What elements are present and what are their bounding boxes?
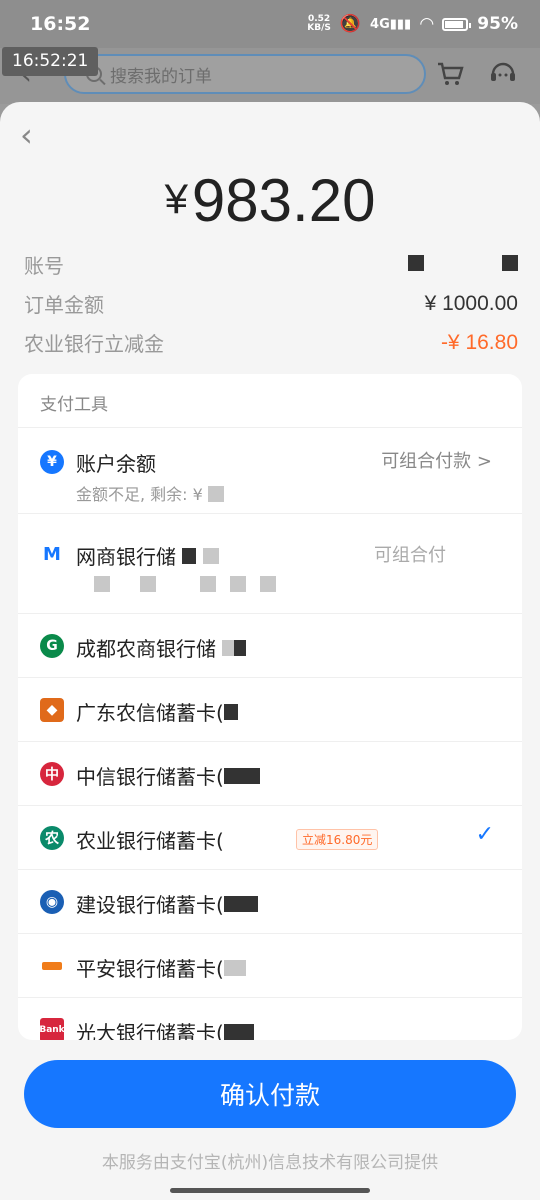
battery-icon: [442, 17, 472, 31]
account-label: 账号: [24, 254, 64, 278]
payment-methods-card: 支付工具 ¥ 账户余额 金额不足, 剩余: ¥ 可组合付款 > M 网商银行储 …: [18, 374, 522, 1040]
account-row: 账号: [24, 250, 518, 279]
amount-value: 983.20: [191, 167, 376, 234]
order-amount-row: 订单金额 ¥ 1000.00: [24, 289, 518, 318]
payment-method-gdrc[interactable]: ◆ 广东农信储蓄卡(: [18, 677, 522, 741]
confirm-payment-button[interactable]: 确认付款: [24, 1060, 516, 1128]
method-name: 广东农信储蓄卡(: [76, 697, 238, 726]
mybank-icon: M: [40, 542, 64, 566]
ccb-icon: ◉: [40, 890, 64, 914]
battery-level: 95%: [477, 14, 518, 34]
search-placeholder: 搜索我的订单: [110, 66, 212, 87]
citic-icon: 中: [40, 762, 64, 786]
payment-method-pingan[interactable]: 平安银行储蓄卡(: [18, 933, 522, 997]
abc-icon: 农: [40, 826, 64, 850]
cdrcb-icon: G: [40, 634, 64, 658]
discount-label: 农业银行立减金: [24, 332, 164, 356]
method-name: 农业银行储蓄卡(: [76, 829, 224, 853]
currency-symbol: ¥: [164, 175, 188, 222]
background-search-input: 搜索我的订单: [64, 54, 426, 94]
payment-amount: ¥983.20: [0, 166, 540, 235]
discount-value: -¥ 16.80: [440, 330, 518, 354]
discount-tag: 立减16.80元: [296, 829, 379, 850]
discount-row: 农业银行立减金 -¥ 16.80: [24, 328, 518, 357]
customer-service-icon: [491, 62, 515, 81]
status-time: 16:52: [30, 13, 91, 35]
payment-method-cdrcb[interactable]: G 成都农商银行储: [18, 613, 522, 677]
method-name: 成都农商银行储: [76, 633, 247, 662]
service-provider-footer: 本服务由支付宝(杭州)信息技术有限公司提供: [101, 1153, 439, 1173]
payment-method-mybank[interactable]: M 网商银行储 可组合付: [18, 513, 522, 613]
wifi-icon: ◠: [420, 14, 434, 34]
payment-method-ceb[interactable]: Bank 光大银行储蓄卡(: [18, 997, 522, 1040]
status-icons: 0.52 KB/S 🔕 4G▮▮▮ ◠ 95%: [307, 14, 518, 34]
ceb-icon: Bank: [39, 1018, 65, 1040]
cart-icon: [438, 62, 464, 85]
combine-pay-link[interactable]: 可组合付: [374, 541, 446, 567]
network-speed: 0.52 KB/S: [307, 14, 331, 33]
order-amount-label: 订单金额: [24, 293, 104, 317]
payment-method-ccb[interactable]: ◉ 建设银行储蓄卡(: [18, 869, 522, 933]
pingan-icon: [42, 962, 62, 970]
selected-check-icon: ✓: [475, 822, 494, 847]
order-amount-value: ¥ 1000.00: [424, 291, 518, 315]
payment-tools-title: 支付工具: [40, 395, 108, 415]
method-name: 建设银行储蓄卡(: [76, 889, 258, 918]
home-indicator[interactable]: [170, 1188, 370, 1193]
account-value: [408, 253, 518, 277]
method-name: 平安银行储蓄卡(: [76, 953, 246, 982]
payment-method-citic[interactable]: 中 中信银行储蓄卡(: [18, 741, 522, 805]
method-name: 网商银行储: [76, 541, 219, 570]
payment-method-abc[interactable]: 农 农业银行储蓄卡( 立减16.80元 ✓: [18, 805, 522, 869]
back-button[interactable]: ‹: [20, 118, 48, 152]
method-sub: 金额不足, 剩余: ¥: [76, 481, 224, 505]
gdrc-icon: ◆: [40, 698, 64, 722]
mute-icon: 🔕: [339, 14, 362, 34]
method-sub-redacted: [94, 576, 276, 596]
signal-icon: 4G▮▮▮: [370, 16, 412, 32]
payment-method-balance[interactable]: ¥ 账户余额 金额不足, 剩余: ¥ 可组合付款 >: [18, 427, 522, 513]
method-name: 账户余额: [76, 452, 156, 476]
yuan-icon: ¥: [40, 450, 64, 474]
overlay-timestamp: 16:52:21: [2, 47, 99, 76]
method-name: 中信银行储蓄卡(: [76, 761, 260, 790]
combine-pay-link[interactable]: 可组合付款 >: [381, 447, 492, 473]
payment-sheet: ‹ ¥983.20 账号 订单金额 ¥ 1000.00 农业银行立减金 -¥ 1…: [0, 102, 540, 1200]
method-name: 光大银行储蓄卡(: [76, 1017, 254, 1040]
status-bar: 16:52 0.52 KB/S 🔕 4G▮▮▮ ◠ 95%: [0, 0, 540, 48]
